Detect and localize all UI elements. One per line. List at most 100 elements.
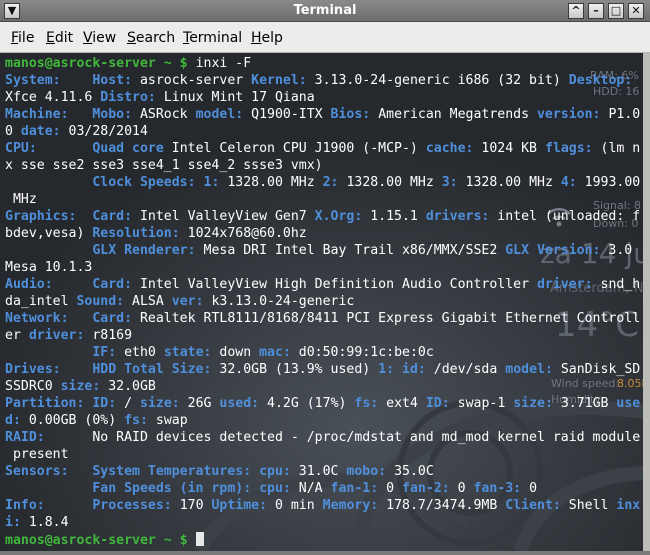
terminal-output: manos@asrock-server ~ $ inxi -F System: H… [5,56,640,549]
text-cursor [195,532,204,546]
terminal-text: 0 [386,481,403,496]
menu-search[interactable]: Search [127,30,175,46]
terminal-text: swap-1 [457,396,514,411]
terminal-label: HDD Total Size: [92,362,220,377]
terminal-label: size: [513,396,561,411]
terminal-label: Network: [5,311,93,326]
terminal-text: r8169 [92,328,133,343]
terminal-label: Memory: [322,498,387,513]
terminal-text: Xfce 4.11.6 [5,90,101,105]
terminal-line: Network: Card: Realtek RTL8111/8168/8411… [5,311,640,328]
terminal-label: Info: [5,498,93,513]
terminal-label: Sensors: [5,464,93,479]
terminal-text: 3.0 [608,243,633,258]
terminal-text: k3.13.0-24-generic [211,294,355,309]
maximize-icon: □ [610,4,622,17]
terminal-text: 1328.00 MHz [227,175,323,190]
terminal-line: Partition: ID: / size: 26G used: 4.2G (1… [5,396,640,413]
terminal-text: 1328.00 MHz [465,175,561,190]
terminal-text: P1.0 [608,107,641,122]
terminal-label: System Temperatures: [92,464,260,479]
menu-file[interactable]: File [11,30,34,46]
terminal-label: 2: [322,175,347,190]
close-button[interactable]: ✕ [628,3,644,19]
scrollbar[interactable] [643,53,650,551]
terminal-label: Quad core [92,141,172,156]
terminal-label: size: [60,379,109,394]
terminal-label: Host: [92,73,140,88]
terminal-text: d0:50:99:1c:be:0c [298,345,434,360]
terminal-text: N/A [298,481,331,496]
terminal-label: Desktop: [568,73,641,88]
terminal-label: used: [219,396,268,411]
terminal-label: inx [616,498,641,513]
terminal-line: bdev,vesa) Resolution: 1024x768@60.0hz [5,226,640,243]
terminal-text: down [219,345,260,360]
terminal-label: Fan Speeds (in rpm): [92,481,260,496]
minimize-button[interactable]: – [588,3,604,19]
terminal-text: 4.2G (17%) [267,396,355,411]
terminal-label: model: [195,107,252,122]
terminal-text: Intel ValleyView Gen7 [139,209,315,224]
terminal-label: driver: [28,328,93,343]
terminal-line: Xfce 4.11.6 Distro: Linux Mint 17 Qiana [5,90,640,107]
terminal-text: eth0 [124,345,164,360]
terminal-text: 26G [187,396,220,411]
terminal-text: / [124,396,140,411]
menu-edit[interactable]: Edit [46,30,73,46]
close-icon: ✕ [631,4,641,17]
terminal-line: da_intel Sound: ALSA ver: k3.13.0-24-gen… [5,294,640,311]
terminal-label: ver: [171,294,212,309]
terminal-text: 1.8.4 [28,515,69,530]
terminal-label: Distro: [100,90,164,105]
terminal-label: cpu: [259,481,299,496]
terminal-text: 03/28/2014 [68,124,148,139]
terminal-label: Audio: [5,277,93,292]
terminal-text: intel (unloaded: f [497,209,641,224]
terminal-text: SanDisk_SD [560,362,641,377]
terminal-label: Client: [505,498,569,513]
terminal-line: Mesa 10.1.3 [5,260,640,277]
terminal-label: Partition: [5,396,93,411]
terminal-text: 1.15.1 [370,209,426,224]
terminal-text: Realtek RTL8111/8168/8411 PCI Express Gi… [139,311,641,326]
terminal-label: state: [163,345,220,360]
terminal-label: GLX Renderer: [92,243,204,258]
terminal-line: Sensors: System Temperatures: cpu: 31.0C… [5,464,640,481]
terminal-label: size: [140,396,188,411]
terminal-label: Machine: [5,107,93,122]
terminal-line: d: 0.00GB (0%) fs: swap [5,413,640,430]
terminal-line: SSDRC0 size: 32.0GB [5,379,640,396]
shade-button[interactable]: ^ [568,3,584,19]
terminal-label: driver: [536,277,601,292]
menu-view[interactable]: View [83,30,116,46]
terminal-text: da_intel [5,294,77,309]
terminal-text: 0 min [274,498,323,513]
terminal-label: Resolution: [92,226,188,241]
terminal-text: 1993.00 [584,175,641,190]
terminal-text: 1328.00 MHz [346,175,442,190]
terminal-label: RAID: [5,430,93,445]
terminal-text: Intel ValleyView High Definition Audio C… [139,277,537,292]
terminal-text: 0 [457,481,474,496]
terminal-label: use [616,396,641,411]
terminal-line: MHz [5,192,640,209]
terminal-text: 32.0GB [108,379,156,394]
menu-terminal[interactable]: Terminal [183,30,242,46]
maximize-button[interactable]: □ [608,3,624,19]
shell-prompt: manos@asrock-server ~ $ [5,56,196,71]
terminal-label: date: [20,124,69,139]
menu-help[interactable]: Help [251,30,283,46]
terminal-text: 31.0C [298,464,347,479]
window-titlebar[interactable]: ▼ Terminal ^ – □ ✕ [0,0,650,22]
terminal-line: Fan Speeds (in rpm): cpu: N/A fan-1: 0 f… [5,481,640,498]
terminal-label: X.Org: [314,209,371,224]
terminal-view[interactable]: RAM: 6% HDD: 16 Signal: 8 Down: 0 za 14 … [0,53,650,551]
terminal-text: 35.0C [394,464,434,479]
terminal-label: version: [536,107,609,122]
terminal-line: Clock Speeds: 1: 1328.00 MHz 2: 1328.00 … [5,175,640,192]
terminal-line: Machine: Mobo: ASRock model: Q1900-ITX B… [5,107,640,124]
terminal-text: ALSA [132,294,172,309]
